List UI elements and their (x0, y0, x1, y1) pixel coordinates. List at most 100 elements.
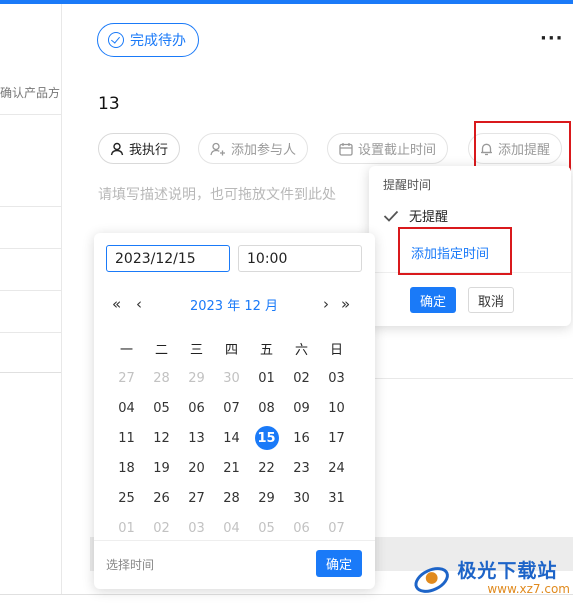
calendar-day-number: 06 (188, 400, 205, 416)
reminder-popup: 提醒时间 无提醒 添加指定时间 确定 取消 (369, 166, 571, 326)
calendar-day[interactable]: 13 (179, 423, 214, 453)
calendar-day[interactable]: 02 (284, 363, 319, 393)
calendar-day[interactable]: 17 (319, 423, 354, 453)
calendar-day-number: 28 (153, 370, 170, 386)
calendar-week-row: 04 05 06 07 08 09 10 (109, 393, 365, 423)
calendar-day[interactable]: 01 (249, 363, 284, 393)
calendar-day[interactable]: 12 (144, 423, 179, 453)
calendar-week-row: 27 28 29 30 01 02 03 (109, 363, 365, 393)
calendar-day[interactable]: 05 (249, 513, 284, 543)
calendar-day[interactable]: 07 (319, 513, 354, 543)
next-year-button[interactable]: » (341, 295, 350, 313)
calendar-icon (339, 142, 353, 156)
calendar-week-row: 18 19 20 21 22 23 24 (109, 453, 365, 483)
calendar-day[interactable]: 08 (249, 393, 284, 423)
calendar-day[interactable]: 10 (319, 393, 354, 423)
calendar-week-row: 25 26 27 28 29 30 31 (109, 483, 365, 513)
calendar-day-number: 18 (118, 460, 135, 476)
calendar-day[interactable]: 22 (249, 453, 284, 483)
list-divider (0, 290, 61, 291)
calendar-day-number: 26 (153, 490, 170, 506)
add-specific-time-option[interactable]: 添加指定时间 (411, 243, 489, 262)
add-participant-label: 添加参与人 (231, 143, 297, 158)
calendar-day-selected[interactable]: 15 (249, 423, 284, 453)
calendar-day[interactable]: 23 (284, 453, 319, 483)
add-participant-chip[interactable]: 添加参与人 (198, 133, 309, 164)
list-divider (0, 332, 61, 333)
calendar-day[interactable]: 16 (284, 423, 319, 453)
calendar-grid: 一 二 三 四 五 六 日 27 28 29 30 01 02 03 04 05 06 07 08 09 10 11 12… (109, 333, 365, 543)
weekday-label: 三 (189, 342, 203, 358)
complete-todo-button[interactable]: 完成待办 (97, 23, 199, 57)
reminder-popup-title: 提醒时间 (383, 178, 432, 192)
calendar-day[interactable]: 07 (214, 393, 249, 423)
user-icon (110, 142, 124, 155)
calendar-day-number: 19 (153, 460, 170, 476)
calendar-day[interactable]: 28 (144, 363, 179, 393)
add-reminder-chip[interactable]: 添加提醒 (468, 133, 563, 164)
calendar-day-number: 01 (258, 370, 275, 386)
prev-month-button[interactable]: ‹ (136, 295, 142, 313)
calendar-day[interactable]: 14 (214, 423, 249, 453)
calendar-day-number: 22 (258, 460, 275, 476)
calendar-day-number: 13 (188, 430, 205, 446)
assignee-chip[interactable]: 我执行 (98, 133, 181, 164)
calendar-day[interactable]: 31 (319, 483, 354, 513)
description-placeholder[interactable]: 请填写描述说明，也可拖放文件到此处 (98, 184, 336, 204)
calendar-day[interactable]: 25 (109, 483, 144, 513)
calendar-day[interactable]: 30 (214, 363, 249, 393)
no-reminder-option[interactable]: 无提醒 (383, 206, 448, 225)
month-label[interactable]: 2023 年 12 月 (154, 295, 314, 314)
calendar-day[interactable]: 04 (214, 513, 249, 543)
calendar-day-number: 10 (328, 400, 345, 416)
next-month-button[interactable]: › (323, 295, 329, 313)
calendar-day[interactable]: 04 (109, 393, 144, 423)
calendar-day[interactable]: 30 (284, 483, 319, 513)
time-input[interactable]: 10:00 (238, 245, 362, 272)
calendar-day[interactable]: 11 (109, 423, 144, 453)
calendar-day[interactable]: 05 (144, 393, 179, 423)
calendar-day-number: 03 (188, 520, 205, 536)
calendar-day[interactable]: 28 (214, 483, 249, 513)
calendar-day[interactable]: 03 (179, 513, 214, 543)
calendar-day[interactable]: 18 (109, 453, 144, 483)
calendar-day[interactable]: 02 (144, 513, 179, 543)
calendar-day-number: 21 (223, 460, 240, 476)
logo-icon (414, 567, 449, 593)
section-divider (369, 378, 573, 379)
calendar-day[interactable]: 26 (144, 483, 179, 513)
calendar-day[interactable]: 06 (179, 393, 214, 423)
column-header: 确认产品方 (0, 86, 61, 100)
calendar-day[interactable]: 01 (109, 513, 144, 543)
calendar-day-number: 27 (188, 490, 205, 506)
calendar-day[interactable]: 19 (144, 453, 179, 483)
reminder-confirm-button[interactable]: 确定 (410, 287, 456, 313)
calendar-day-number: 04 (223, 520, 240, 536)
date-picker: 2023/12/15 10:00 « ‹ 2023 年 12 月 › » 一 二 三… (94, 233, 375, 589)
calendar-day-number: 07 (328, 520, 345, 536)
add-reminder-label: 添加提醒 (498, 143, 551, 158)
calendar-day-number: 14 (223, 430, 240, 446)
date-confirm-button[interactable]: 确定 (316, 550, 362, 577)
calendar-day[interactable]: 09 (284, 393, 319, 423)
calendar-day-number: 20 (188, 460, 205, 476)
calendar-day[interactable]: 27 (109, 363, 144, 393)
calendar-day-number: 30 (223, 370, 240, 386)
calendar-day[interactable]: 20 (179, 453, 214, 483)
site-watermark: 极光下载站 www.xz7.com (412, 553, 570, 603)
more-options-button[interactable]: ··· (540, 28, 564, 49)
calendar-day[interactable]: 27 (179, 483, 214, 513)
calendar-day[interactable]: 03 (319, 363, 354, 393)
date-input[interactable]: 2023/12/15 (106, 245, 230, 272)
choose-time-link[interactable]: 选择时间 (106, 556, 154, 573)
prev-year-button[interactable]: « (112, 295, 121, 313)
calendar-day-number: 31 (328, 490, 345, 506)
task-title[interactable]: 13 (98, 94, 120, 114)
reminder-cancel-button[interactable]: 取消 (468, 287, 514, 313)
set-deadline-chip[interactable]: 设置截止时间 (327, 133, 449, 164)
calendar-day[interactable]: 24 (319, 453, 354, 483)
calendar-day[interactable]: 21 (214, 453, 249, 483)
calendar-day[interactable]: 29 (249, 483, 284, 513)
calendar-day[interactable]: 29 (179, 363, 214, 393)
calendar-day[interactable]: 06 (284, 513, 319, 543)
